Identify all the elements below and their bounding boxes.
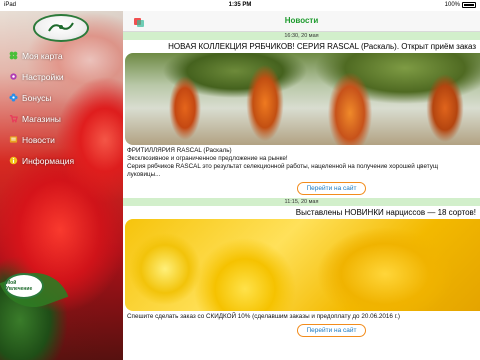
post-text-line: Спешите сделать заказ со СКИДКОЙ 10% (сд…: [127, 313, 400, 320]
sidebar-item-label: Моя карта: [22, 50, 63, 61]
gear-icon: [8, 72, 18, 82]
clover-icon: [8, 51, 18, 61]
news-post: 16:30, 20 мая НОВАЯ КОЛЛЕКЦИЯ РЯБЧИКОВ! …: [123, 32, 480, 198]
clock: 1:35 PM: [228, 2, 252, 8]
post-title[interactable]: НОВАЯ КОЛЛЕКЦИЯ РЯБЧИКОВ! СЕРИЯ RASCAL (…: [123, 40, 480, 53]
sidebar-item-label: Новости: [22, 134, 55, 145]
post-date: 11:15, 20 мая: [123, 198, 480, 206]
post-image[interactable]: [125, 53, 480, 145]
post-actions: Перейти на сайт: [123, 321, 480, 340]
post-title[interactable]: Выставлены НОВИНКИ нарциссов — 18 сортов…: [123, 206, 480, 219]
sidebar-item-my-card[interactable]: Моя карта: [0, 45, 123, 66]
sidebar-item-news[interactable]: Новости: [0, 129, 123, 150]
post-image[interactable]: [125, 219, 480, 311]
post-text-line: ФРИТИЛЛЯРИЯ RASCAL (Раскаль): [127, 147, 232, 154]
app-logo[interactable]: [33, 14, 89, 42]
post-date: 16:30, 20 мая: [123, 32, 480, 40]
battery-percent: 100%: [444, 2, 460, 8]
sidebar-item-settings[interactable]: Настройки: [0, 66, 123, 87]
sidebar-item-shops[interactable]: Магазины: [0, 108, 123, 129]
battery-icon: [462, 2, 476, 8]
sidebar-menu: Моя карта Настройки Бонусы Магазины Ново…: [0, 45, 123, 171]
bottom-logo: Мой Увлечение: [4, 273, 44, 299]
bottom-logo-text: Мой Увлечение: [6, 280, 33, 292]
news-post: 11:15, 20 мая Выставлены НОВИНКИ нарцисс…: [123, 198, 480, 340]
post-actions: Перейти на сайт: [123, 179, 480, 198]
main-content: Новости 16:30, 20 мая НОВАЯ КОЛЛЕКЦИЯ РЯ…: [123, 0, 480, 360]
go-to-site-button[interactable]: Перейти на сайт: [297, 324, 366, 337]
page-title: Новости: [284, 16, 319, 25]
go-to-site-button[interactable]: Перейти на сайт: [297, 182, 366, 195]
post-body: Спешите сделать заказ со СКИДКОЙ 10% (сд…: [123, 311, 480, 321]
sidebar-item-label: Бонусы: [22, 92, 52, 103]
battery-indicator: 100%: [445, 2, 476, 8]
news-feed[interactable]: 16:30, 20 мая НОВАЯ КОЛЛЕКЦИЯ РЯБЧИКОВ! …: [123, 32, 480, 360]
sidebar-item-info[interactable]: Информация: [0, 150, 123, 171]
navigation-bar: Новости: [123, 11, 480, 32]
sidebar: Моя карта Настройки Бонусы Магазины Ново…: [0, 0, 123, 360]
post-text-line: луковицы...: [127, 171, 161, 178]
flower-icon: [8, 93, 18, 103]
info-icon: [8, 156, 18, 166]
post-body: ФРИТИЛЛЯРИЯ RASCAL (Раскаль) Эксклюзивно…: [123, 145, 480, 179]
status-bar: iPad 1:35 PM 100%: [0, 0, 480, 11]
post-text-line: Серия рябчиков RASCAL это результат селе…: [127, 163, 439, 170]
cart-icon: [8, 114, 18, 124]
news-icon: [8, 135, 18, 145]
sidebar-item-label: Магазины: [22, 113, 61, 124]
sidebar-item-label: Настройки: [22, 71, 64, 82]
post-text-line: Эксклюзивное и ограниченное предложение …: [127, 155, 288, 162]
sidebar-item-bonuses[interactable]: Бонусы: [0, 87, 123, 108]
sidebar-item-label: Информация: [22, 155, 75, 166]
logo-emblem: [46, 20, 76, 37]
